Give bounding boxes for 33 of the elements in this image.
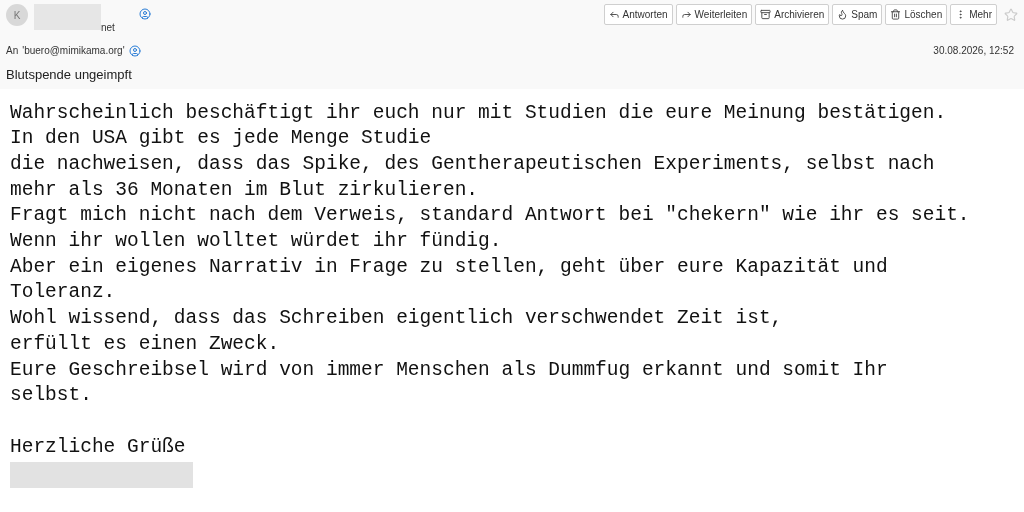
sender-name: net xyxy=(101,21,115,35)
body-line: In den USA gibt es jede Menge Studie xyxy=(10,126,433,152)
recipient: 'buero@mimikama.org' xyxy=(22,44,125,58)
contact-icon[interactable] xyxy=(128,44,141,57)
reply-icon xyxy=(608,9,620,20)
delete-icon xyxy=(890,9,902,20)
avatar: K xyxy=(6,4,28,26)
body-line: Wahrscheinlich beschäftigt ihr euch nur mit Studien die eure Meinung bestätigen. xyxy=(10,100,948,126)
toolbar-button[interactable]: Spam xyxy=(832,4,883,25)
body-line: Aber ein eigenes Narrativ in Frage zu stellen, geht über eure Kapazität und xyxy=(10,254,889,280)
toolbar-button[interactable]: Weiterleiten xyxy=(675,4,753,25)
star-icon[interactable] xyxy=(1004,7,1018,22)
signoff: Herzliche Grüße xyxy=(10,434,187,460)
toolbar-button[interactable]: Mehr xyxy=(950,4,997,25)
body-line: Eure Geschreibsel wird von immer Menschen als Dummfug erkannt und somit Ihr xyxy=(10,357,889,383)
toolbar-button[interactable]: Archivieren xyxy=(755,4,830,25)
toolbar-button[interactable]: Antworten xyxy=(603,4,673,25)
contact-icon[interactable] xyxy=(138,8,151,20)
body-line: Wenn ihr wollen wolltet würdet ihr fündig. xyxy=(10,229,503,254)
body-line: Toleranz. xyxy=(10,280,117,306)
body-line: selbst. xyxy=(10,383,93,409)
forward-icon xyxy=(680,9,692,20)
to-label: An xyxy=(6,44,19,58)
body-line: mehr als 36 Monaten im Blut zirkulieren. xyxy=(10,177,480,203)
body-line: Fragt mich nicht nach dem Verweis, standard Antwort bei "chekern" wie ihr es seit. xyxy=(10,203,971,229)
subject: Blutspende ungeimpft xyxy=(6,66,133,84)
spam-icon xyxy=(837,9,849,20)
body-line: erfüllt es einen Zweck. xyxy=(10,331,281,357)
archive-icon xyxy=(760,9,772,20)
body-line: Wohl wissend, dass das Schreiben eigentlich verschwendet Zeit ist, xyxy=(10,306,784,332)
toolbar-button[interactable]: Löschen xyxy=(885,4,948,25)
body-line: die nachweisen, dass das Spike, des Gentherapeutischen Experiments, selbst nach xyxy=(10,151,936,177)
date: 30.08.2026, 12:52 xyxy=(933,44,1014,58)
